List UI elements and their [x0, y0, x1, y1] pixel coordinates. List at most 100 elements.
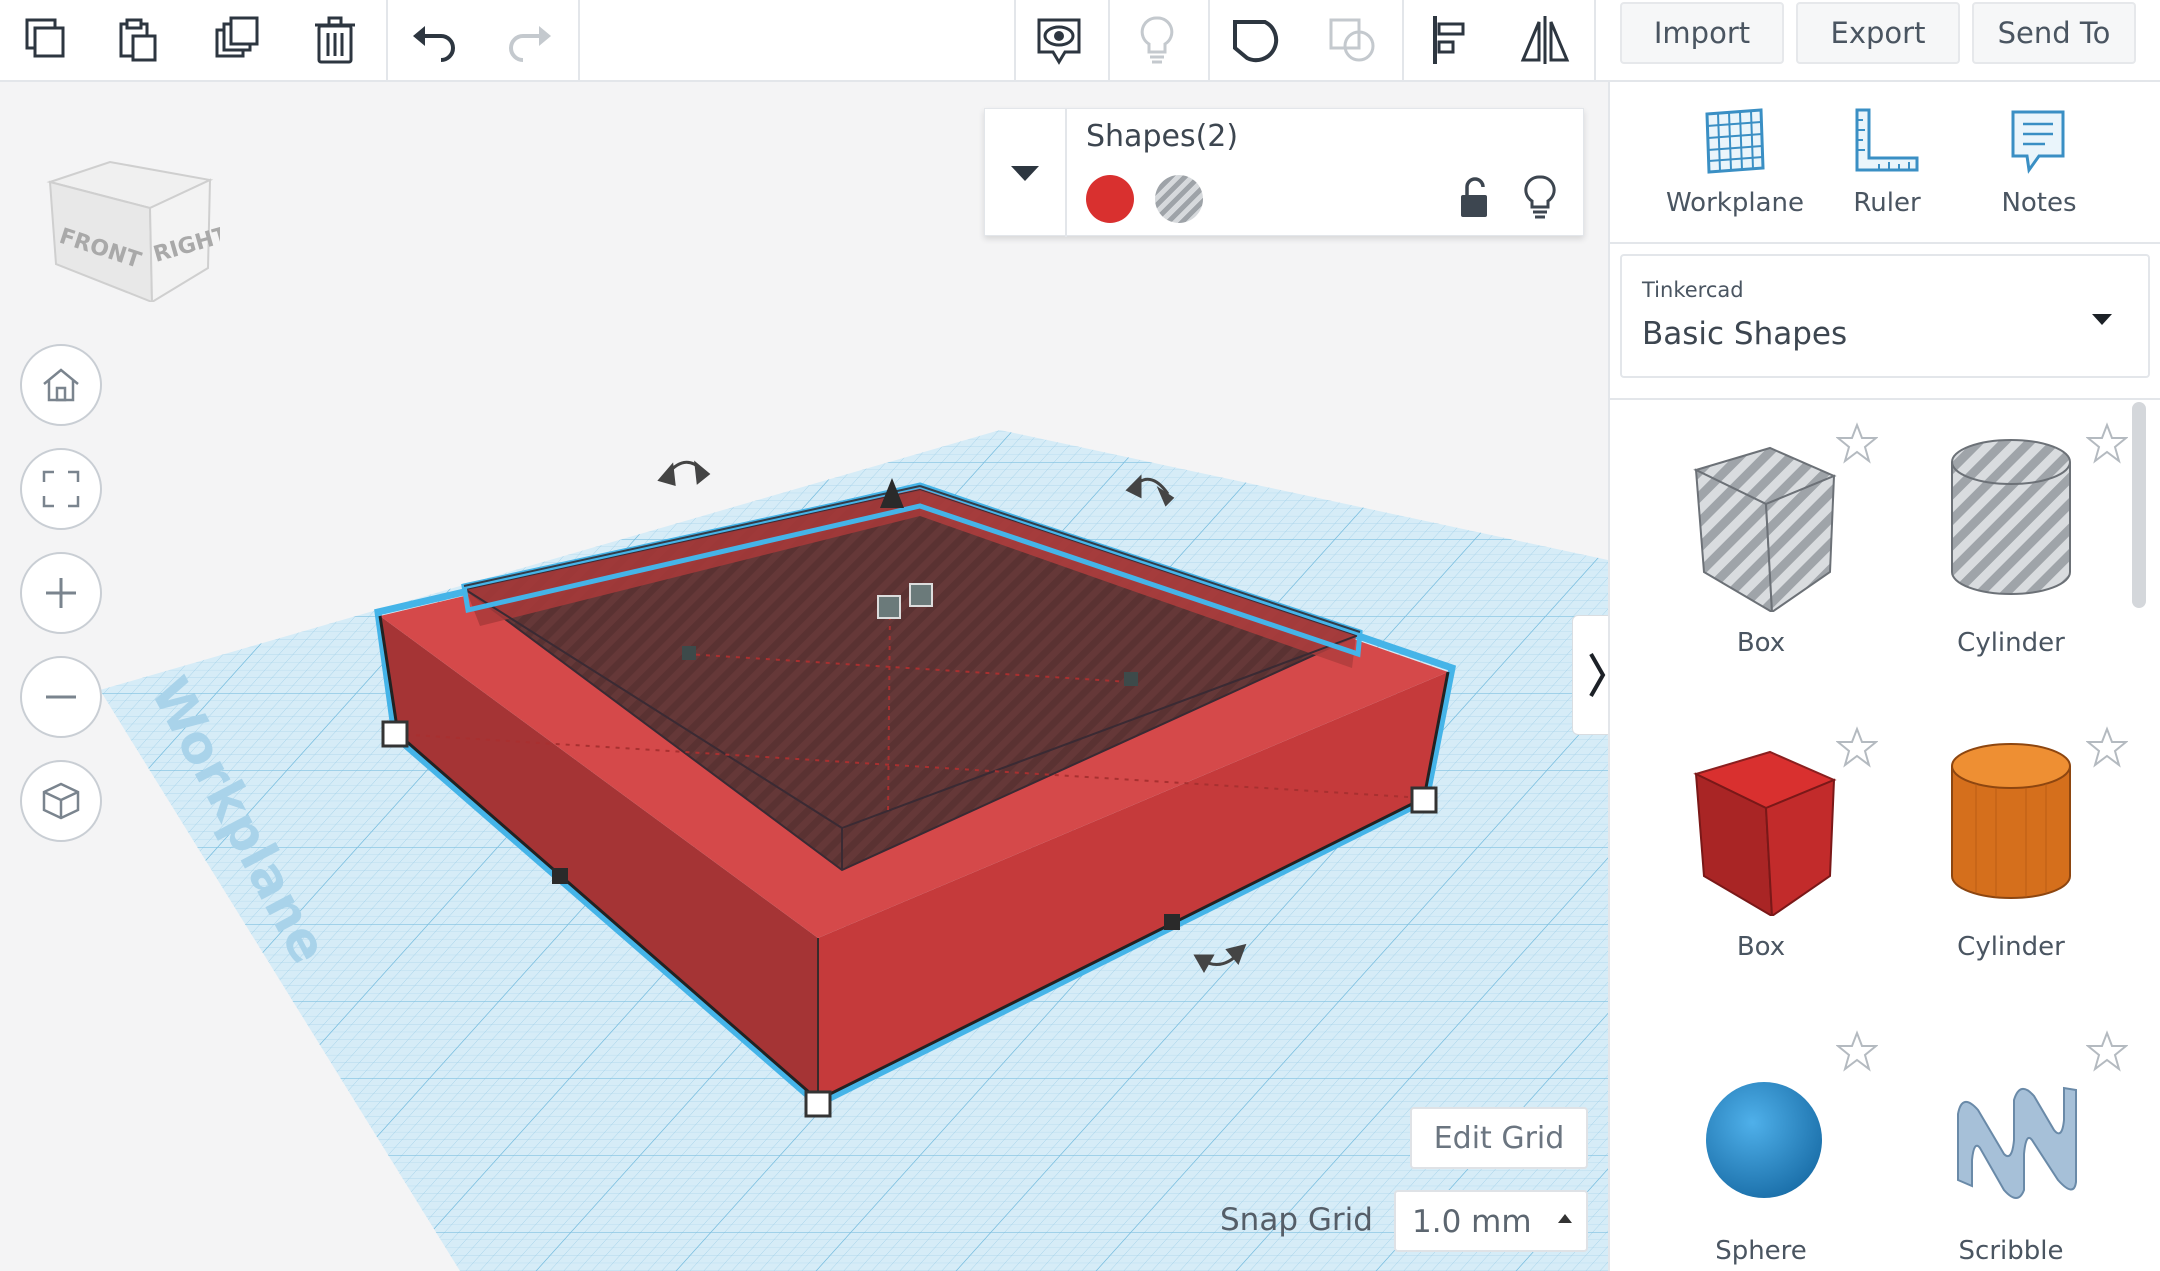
- edge-handle[interactable]: [1124, 672, 1138, 686]
- shape-label: Sphere: [1715, 1236, 1807, 1266]
- ruler-icon: [1855, 108, 1919, 172]
- shape-box[interactable]: Box: [1636, 726, 1886, 1026]
- toolbar-divider: [1594, 0, 1596, 80]
- favorite-star-icon[interactable]: [1836, 726, 1878, 768]
- shape-scribble[interactable]: Scribble: [1886, 1030, 2136, 1271]
- cube-perspective-icon: [42, 782, 80, 820]
- caret-up-icon: [1558, 1214, 1572, 1223]
- library-provider: Tinkercad: [1642, 278, 1744, 302]
- ruler-tool[interactable]: Ruler: [1802, 104, 1972, 224]
- shape-cylinder[interactable]: Cylinder: [1886, 726, 2136, 1026]
- notes-icon: [2011, 110, 2065, 174]
- lock-button[interactable]: [1447, 171, 1501, 225]
- fit-to-view-icon: [42, 470, 80, 508]
- box-thumbnail: [1693, 750, 1837, 916]
- import-button[interactable]: Import: [1620, 2, 1784, 64]
- view-cube[interactable]: FRONT RIGHT: [40, 132, 231, 304]
- paste-button[interactable]: [96, 0, 182, 80]
- favorite-star-icon[interactable]: [1836, 1030, 1878, 1072]
- eye-icon: [1037, 18, 1081, 65]
- edit-grid-button[interactable]: Edit Grid: [1410, 1107, 1588, 1169]
- show-all-button[interactable]: [1016, 0, 1102, 80]
- snap-grid-label: Snap Grid: [1220, 1202, 1373, 1238]
- unlock-icon: [1461, 177, 1487, 217]
- collapse-panel-button[interactable]: [1572, 615, 1608, 735]
- toolbar-divider: [578, 0, 580, 80]
- cylinder-hole-thumbnail: [1951, 439, 2071, 595]
- zoom-in-button[interactable]: [20, 552, 102, 634]
- notes-tool-label: Notes: [2001, 188, 2077, 218]
- hint-button[interactable]: [1114, 0, 1200, 80]
- lightbulb-icon: [1140, 16, 1174, 64]
- corner-handle[interactable]: [804, 1090, 832, 1118]
- undo-button[interactable]: [392, 0, 478, 80]
- export-button[interactable]: Export: [1796, 2, 1960, 64]
- mirror-button[interactable]: [1502, 0, 1588, 80]
- perspective-toggle-button[interactable]: [20, 760, 102, 842]
- caret-down-icon: [2092, 314, 2112, 325]
- snap-grid-select[interactable]: 1.0 mm: [1394, 1190, 1588, 1252]
- shape-label: Cylinder: [1957, 932, 2065, 962]
- tinkercad-app: Import Export Send To Workplane FRONT RI…: [0, 0, 2160, 1271]
- workplane-grid-icon: [1705, 108, 1765, 174]
- shape-inspector-panel: Shapes(2): [984, 108, 1584, 237]
- solid-color-swatch[interactable]: [1086, 175, 1134, 223]
- toolbar-divider: [1208, 0, 1210, 80]
- favorite-star-icon[interactable]: [2086, 726, 2128, 768]
- trash-icon: [315, 16, 355, 64]
- paste-icon: [119, 18, 157, 62]
- group-icon: [1233, 20, 1279, 63]
- favorite-star-icon[interactable]: [2086, 1030, 2128, 1072]
- favorite-star-icon[interactable]: [1836, 422, 1878, 464]
- toolbar-divider: [1402, 0, 1404, 80]
- height-handle[interactable]: [909, 583, 933, 607]
- notes-tool[interactable]: Notes: [1954, 104, 2124, 224]
- panel-divider: [1610, 398, 2160, 400]
- shape-label: Box: [1736, 932, 1786, 962]
- copy-button[interactable]: [4, 0, 90, 80]
- height-handle[interactable]: [877, 595, 901, 619]
- caret-down-icon: [1011, 166, 1039, 181]
- 3d-viewport[interactable]: Workplane FRONT RIGHT Shapes(2) Edit Gri…: [0, 82, 1608, 1271]
- lightbulb-icon: [1524, 175, 1556, 219]
- edge-handle[interactable]: [682, 646, 696, 660]
- edge-handle[interactable]: [552, 868, 568, 884]
- corner-handle[interactable]: [381, 720, 409, 748]
- zoom-out-button[interactable]: [20, 656, 102, 738]
- home-view-button[interactable]: [20, 344, 102, 426]
- shape-label: Box: [1736, 628, 1786, 658]
- mirror-icon: [1520, 16, 1570, 64]
- duplicate-button[interactable]: [196, 0, 282, 80]
- redo-button[interactable]: [486, 0, 572, 80]
- panel-divider: [1610, 242, 2160, 244]
- home-icon: [43, 368, 79, 402]
- scene-canvas[interactable]: Workplane: [0, 82, 1608, 1271]
- shape-library-panel: Workplane Ruler Notes Tinkercad Basic Sh…: [1608, 82, 2160, 1271]
- redo-icon: [509, 26, 551, 62]
- scribble-thumbnail: [1957, 1086, 2077, 1199]
- fit-view-button[interactable]: [20, 448, 102, 530]
- shape-box-hole[interactable]: Box: [1636, 422, 1886, 722]
- toolbar-divider: [1108, 0, 1110, 80]
- inspector-collapse-button[interactable]: [985, 109, 1067, 237]
- delete-button[interactable]: [292, 0, 378, 80]
- ungroup-icon: [1329, 18, 1375, 62]
- hide-button[interactable]: [1513, 171, 1567, 225]
- undo-icon: [413, 26, 455, 62]
- shape-label: Cylinder: [1957, 628, 2065, 658]
- workplane-tool-label: Workplane: [1666, 188, 1804, 218]
- ungroup-button[interactable]: [1310, 0, 1396, 80]
- minus-icon: [46, 695, 76, 699]
- send-to-button[interactable]: Send To: [1972, 2, 2136, 64]
- corner-handle[interactable]: [1410, 786, 1438, 814]
- favorite-star-icon[interactable]: [2086, 422, 2128, 464]
- shape-cylinder-hole[interactable]: Cylinder: [1886, 422, 2136, 722]
- group-button[interactable]: [1212, 0, 1298, 80]
- hole-swatch[interactable]: [1155, 175, 1203, 223]
- shape-list-scrollbar[interactable]: [2132, 402, 2146, 608]
- align-button[interactable]: [1408, 0, 1494, 80]
- edge-handle[interactable]: [1164, 914, 1180, 930]
- shape-library-select[interactable]: Tinkercad Basic Shapes: [1620, 254, 2150, 378]
- shape-sphere[interactable]: Sphere: [1636, 1030, 1886, 1271]
- workplane-tool[interactable]: Workplane: [1650, 104, 1820, 224]
